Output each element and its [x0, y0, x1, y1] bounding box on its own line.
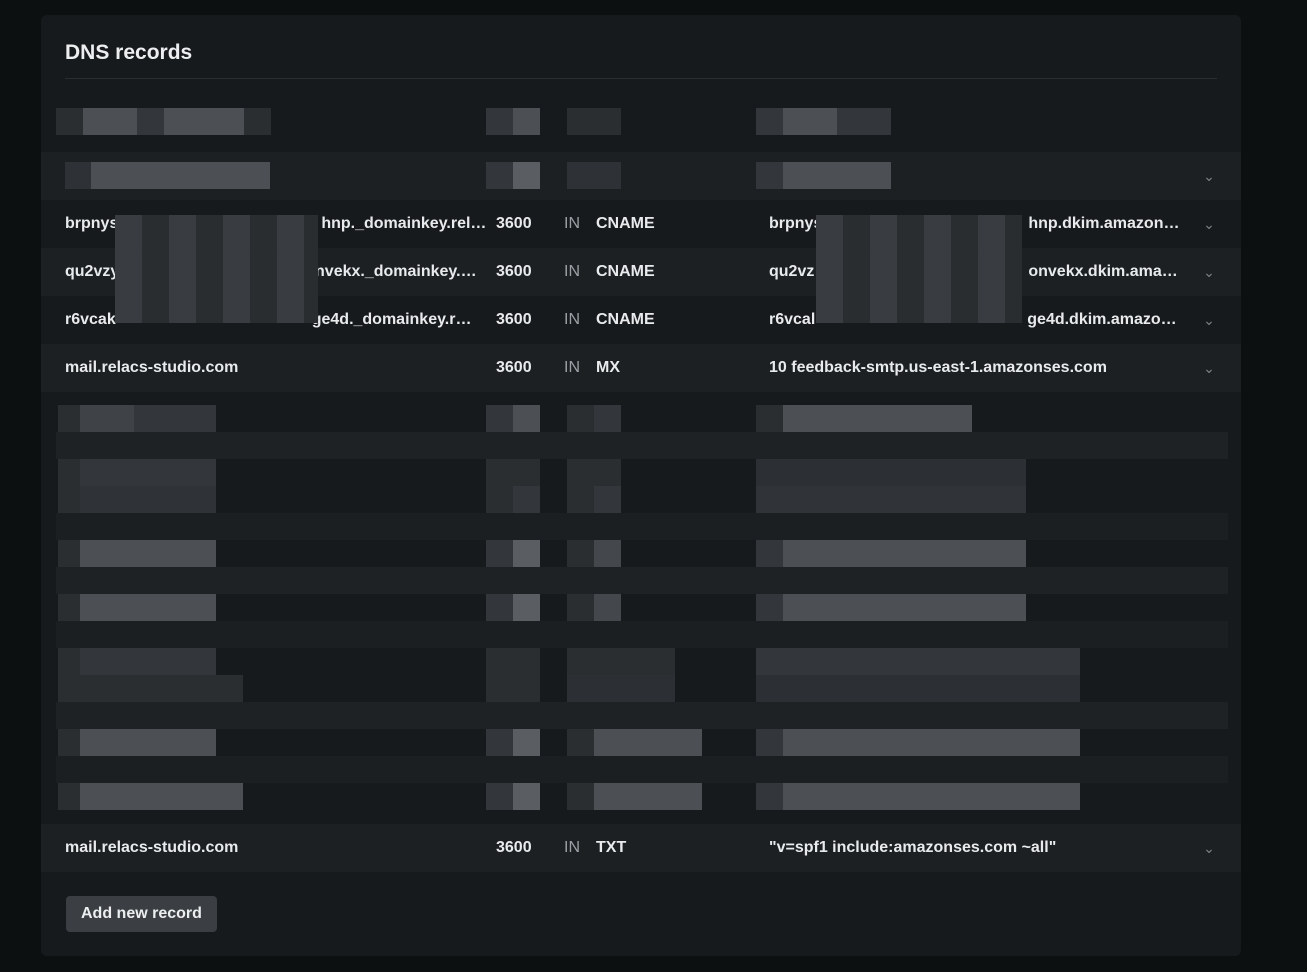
record-type: TXT: [596, 839, 627, 856]
record-value: 10 feedback-smtp.us-east-1.amazonses.com: [769, 359, 1107, 376]
record-value: "v=spf1 include:amazonses.com ~all": [769, 839, 1057, 856]
record-type: CNAME: [596, 311, 655, 328]
record-ttl: 3600: [496, 263, 532, 280]
chevron-down-icon[interactable]: ⌄: [1201, 344, 1217, 392]
chevron-down-icon[interactable]: ⌄: [1201, 200, 1217, 248]
record-type: MX: [596, 359, 620, 376]
record-class: IN: [564, 263, 580, 280]
title-divider: [65, 78, 1217, 79]
record-type: CNAME: [596, 215, 655, 232]
redaction-box: [115, 215, 318, 323]
chevron-down-icon[interactable]: ⌄: [1201, 824, 1217, 872]
record-ttl: 3600: [496, 359, 532, 376]
record-name: mail.relacs-studio.com: [65, 839, 239, 856]
table-row[interactable]: ⌄: [41, 152, 1241, 200]
record-class: IN: [564, 839, 580, 856]
panel-title: DNS records: [65, 41, 193, 64]
record-ttl: 3600: [496, 311, 532, 328]
record-type: CNAME: [596, 263, 655, 280]
chevron-down-icon[interactable]: ⌄: [1201, 296, 1217, 344]
table-row[interactable]: mail.relacs-studio.com 3600 IN MX 10 fee…: [41, 344, 1241, 392]
chevron-down-icon[interactable]: ⌄: [1201, 248, 1217, 296]
redaction-box: [816, 215, 1022, 323]
record-ttl: 3600: [496, 839, 532, 856]
record-class: IN: [564, 215, 580, 232]
dns-records-panel: DNS records ⌄ brpnys hnp._domainkey.rel… …: [41, 15, 1241, 956]
redacted-rows: [56, 405, 1228, 825]
chevron-down-icon[interactable]: ⌄: [1201, 152, 1217, 200]
record-class: IN: [564, 311, 580, 328]
redacted-row: [56, 108, 1228, 135]
record-ttl: 3600: [496, 215, 532, 232]
add-new-record-button[interactable]: Add new record: [66, 896, 217, 932]
table-row[interactable]: mail.relacs-studio.com 3600 IN TXT "v=sp…: [41, 824, 1241, 872]
record-name: mail.relacs-studio.com: [65, 359, 239, 376]
record-class: IN: [564, 359, 580, 376]
